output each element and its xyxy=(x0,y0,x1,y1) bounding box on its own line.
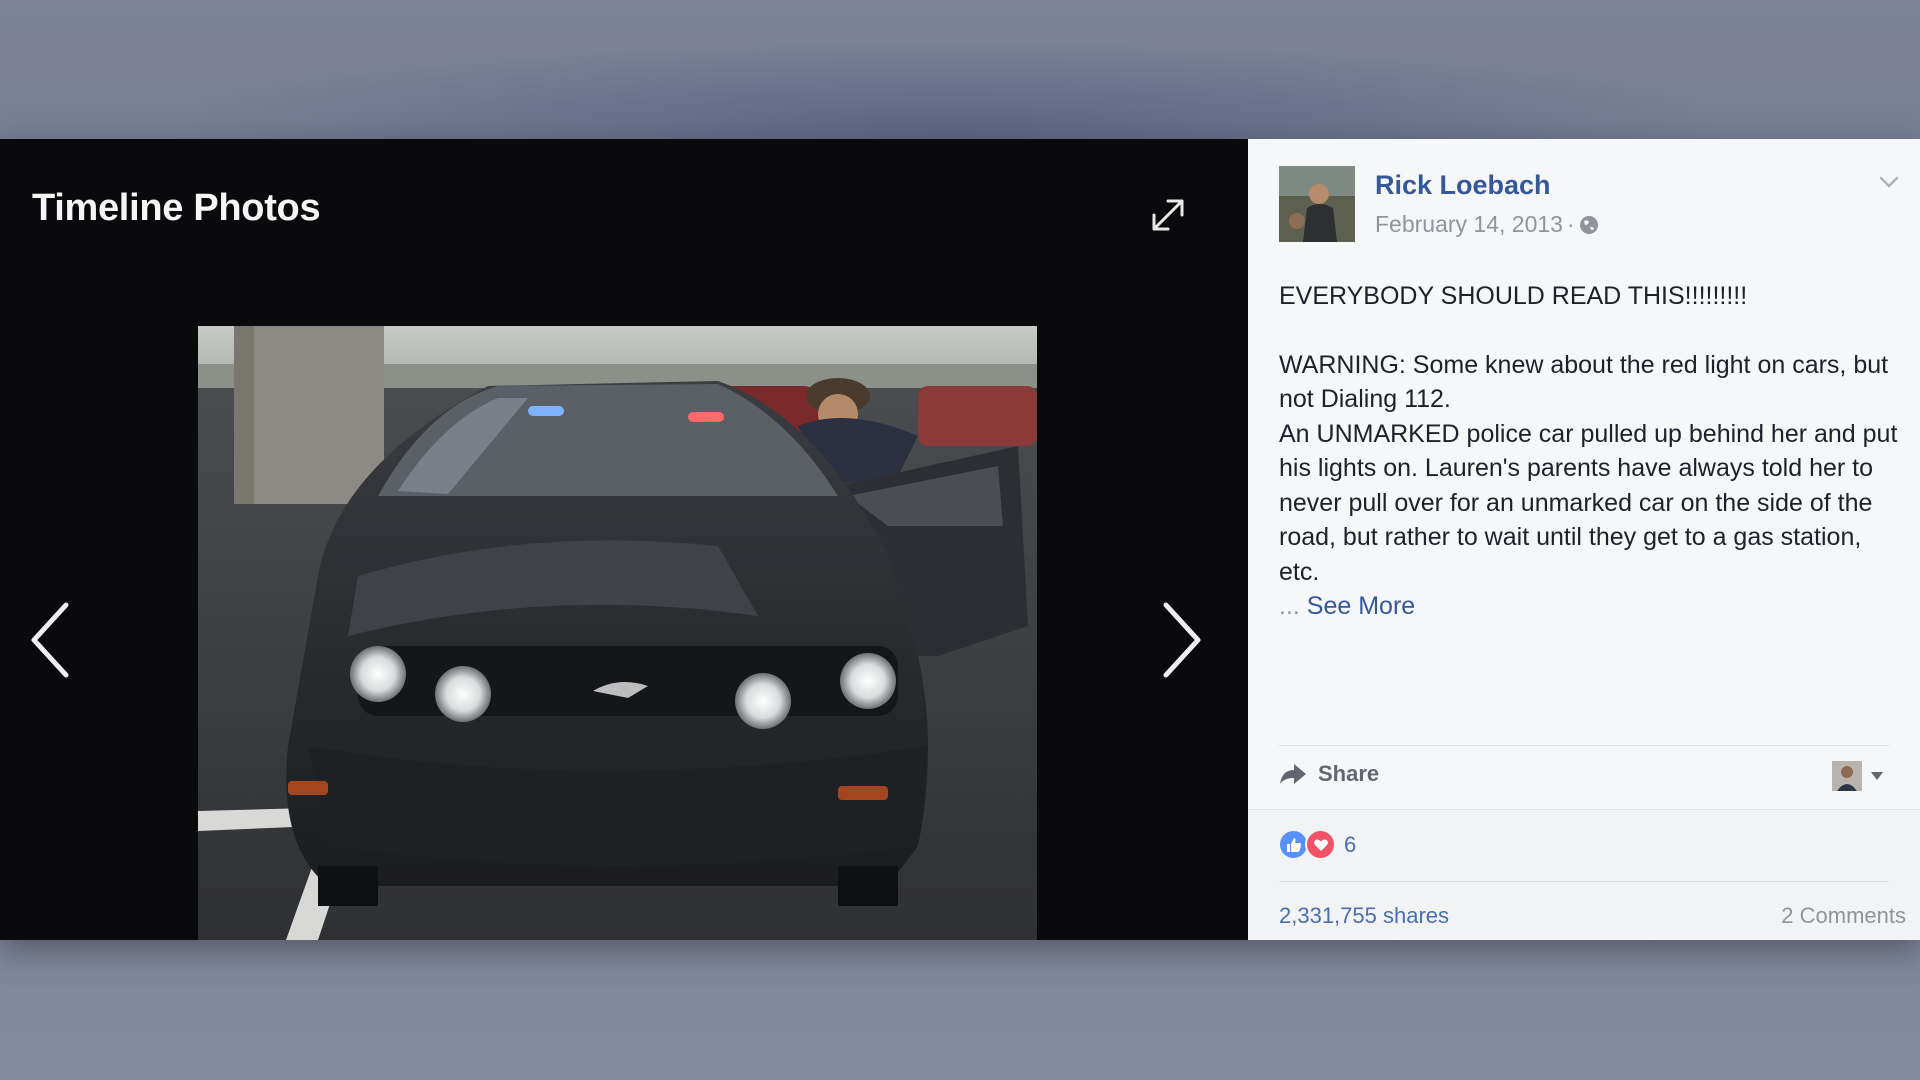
reactions-summary[interactable]: 6 xyxy=(1278,829,1356,860)
ellipsis: ... xyxy=(1279,592,1300,620)
see-more-row: ... See More xyxy=(1279,589,1899,624)
previous-photo-icon[interactable] xyxy=(26,595,76,685)
photo-lightbox: Timeline Photos Rick Loebach February 14… xyxy=(0,139,1920,940)
comments-count-link[interactable]: 2 Comments xyxy=(1781,903,1906,929)
post-details-panel: Rick Loebach February 14, 2013 · EVERYBOD… xyxy=(1248,139,1920,940)
see-more-link[interactable]: See More xyxy=(1307,592,1415,620)
reaction-count: 6 xyxy=(1344,831,1357,857)
shares-count-link[interactable]: 2,331,755 shares xyxy=(1279,903,1449,929)
author-avatar[interactable] xyxy=(1279,166,1355,242)
post-paragraph: WARNING: Some knew about the red light o… xyxy=(1279,350,1889,414)
post-options-chevron-icon[interactable] xyxy=(1878,173,1900,191)
photo-stage: Timeline Photos xyxy=(0,139,1248,940)
love-reaction-icon xyxy=(1305,829,1336,860)
divider xyxy=(1279,745,1889,746)
background-blur xyxy=(150,40,1750,150)
post-body: EVERYBODY SHOULD READ THIS!!!!!!!!! WARN… xyxy=(1279,279,1899,624)
author-name[interactable]: Rick Loebach xyxy=(1375,170,1551,201)
expand-icon[interactable] xyxy=(1148,195,1188,235)
post-paragraph: An UNMARKED police car pulled up behind … xyxy=(1279,419,1898,586)
album-title: Timeline Photos xyxy=(32,187,321,229)
current-user-avatar xyxy=(1832,761,1862,791)
post-meta: February 14, 2013 · xyxy=(1375,211,1599,238)
divider xyxy=(1248,809,1920,810)
unmarked-police-car-photo xyxy=(198,326,1037,940)
post-headline: EVERYBODY SHOULD READ THIS!!!!!!!!! xyxy=(1279,282,1748,310)
next-photo-icon[interactable] xyxy=(1156,595,1206,685)
post-photo xyxy=(198,326,1037,940)
post-date[interactable]: February 14, 2013 xyxy=(1375,211,1563,237)
meta-separator: · xyxy=(1566,211,1575,237)
post-as-selector[interactable] xyxy=(1832,761,1884,791)
share-arrow-icon xyxy=(1280,764,1306,784)
divider xyxy=(1279,881,1889,882)
caret-down-icon xyxy=(1871,772,1883,780)
globe-icon xyxy=(1579,216,1598,234)
share-label: Share xyxy=(1318,761,1380,786)
share-button[interactable]: Share xyxy=(1278,761,1379,787)
